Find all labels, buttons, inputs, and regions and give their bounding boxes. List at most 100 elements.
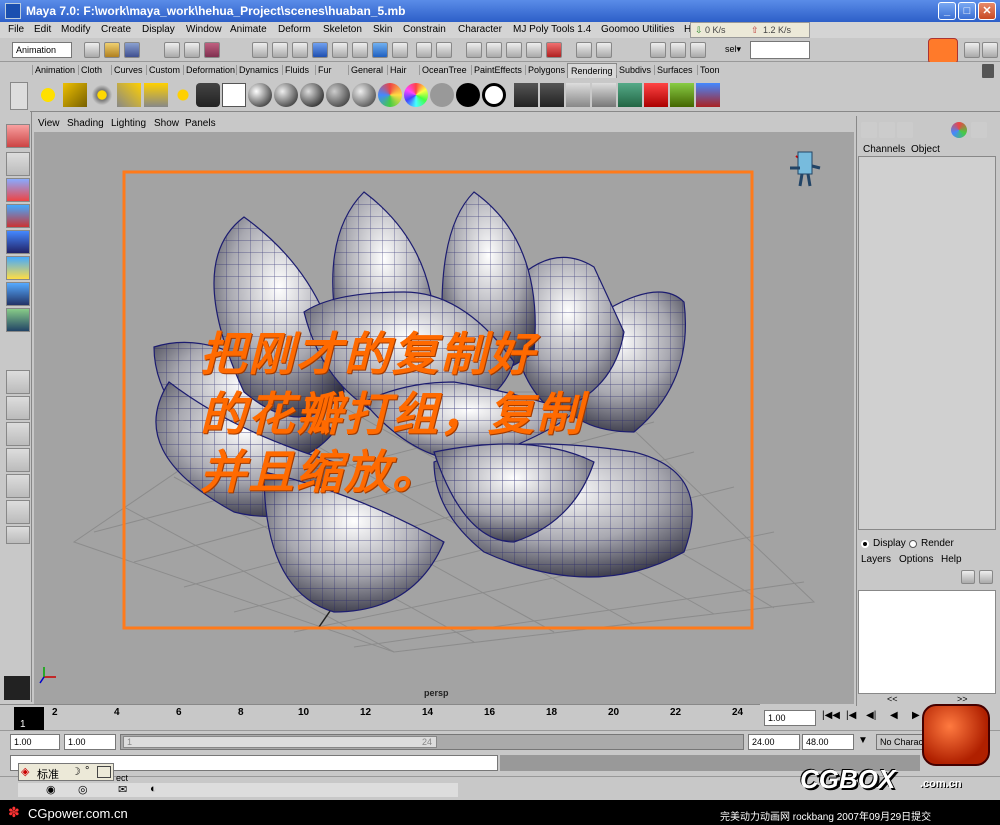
new-layer-icon[interactable] <box>961 570 975 584</box>
menu-display[interactable]: Display <box>142 24 175 35</box>
menu-skeleton[interactable]: Skeleton <box>323 24 362 35</box>
menu-edit[interactable]: Edit <box>34 24 51 35</box>
menu-create[interactable]: Create <box>101 24 131 35</box>
select-surfaces-icon[interactable] <box>312 42 328 58</box>
current-time-field[interactable]: 1.00 <box>764 710 816 726</box>
vp-menu-shading[interactable]: Shading <box>67 118 104 129</box>
taskbar-icon-1[interactable]: ◉ <box>46 783 56 796</box>
input-output-icon[interactable] <box>576 42 592 58</box>
new-scene-icon[interactable] <box>84 42 100 58</box>
trax-layout-icon[interactable] <box>6 500 30 524</box>
anisotropic-icon[interactable] <box>352 83 376 107</box>
dropdown-arrow-icon[interactable]: ▼ <box>858 735 868 746</box>
animation-start-field[interactable]: 1.00 <box>10 734 60 750</box>
shelf-tab-rendering[interactable]: Rendering <box>567 63 617 78</box>
attribute-editor-toggle-icon[interactable] <box>879 122 895 138</box>
play-backward-icon[interactable]: ◀ <box>890 710 898 721</box>
shelf-tab-general[interactable]: General <box>348 65 385 75</box>
channel-box-menu-icon[interactable] <box>971 122 987 138</box>
last-tool-icon[interactable] <box>6 308 30 332</box>
select-component-icon[interactable] <box>204 42 220 58</box>
make-live-icon[interactable] <box>546 42 562 58</box>
animation-end-field[interactable]: 48.00 <box>802 734 854 750</box>
step-back-key-icon[interactable]: |◀ <box>846 710 856 721</box>
select-object-icon[interactable] <box>184 42 200 58</box>
select-curves-icon[interactable] <box>292 42 308 58</box>
range-slider[interactable]: 1 24 <box>120 734 744 750</box>
perspective-viewport[interactable]: 把刚才的复制好 的花瓣打组，复制 并且缩放。 persp <box>34 132 854 704</box>
ipr-icon[interactable] <box>540 83 564 107</box>
select-joints-icon[interactable] <box>272 42 288 58</box>
channel-box-toggle-icon[interactable] <box>861 122 877 138</box>
phong-icon[interactable] <box>300 83 324 107</box>
layer-menu-layers[interactable]: Layers <box>861 554 891 565</box>
playback-start-field[interactable]: 1.00 <box>64 734 116 750</box>
highlight-selection-icon[interactable] <box>436 42 452 58</box>
single-pane-layout-icon[interactable] <box>6 370 30 394</box>
play-forward-icon[interactable]: ▶ <box>912 710 920 721</box>
render-settings-icon[interactable] <box>566 83 590 107</box>
lock-selection-icon[interactable] <box>416 42 432 58</box>
menu-modify[interactable]: Modify <box>61 24 90 35</box>
menu-window[interactable]: Window <box>186 24 222 35</box>
shelf-tab-curves[interactable]: Curves <box>111 65 145 75</box>
tool-settings-toggle-icon[interactable] <box>897 122 913 138</box>
display-radio[interactable] <box>861 540 869 548</box>
menu-mj-poly-tools[interactable]: MJ Poly Tools 1.4 <box>513 24 591 35</box>
shading-map-icon[interactable] <box>482 83 506 107</box>
ime-moon-icon[interactable]: ☽ <box>71 765 81 778</box>
persp-graph-layout-icon[interactable] <box>6 448 30 472</box>
shelf-tab-fluids[interactable]: Fluids <box>282 65 311 75</box>
new-layer-selected-icon[interactable] <box>979 570 993 584</box>
maximize-button[interactable]: □ <box>958 2 976 20</box>
hypershade-icon[interactable] <box>592 83 616 107</box>
select-handles-icon[interactable] <box>252 42 268 58</box>
snap-view-plane-icon[interactable] <box>526 42 542 58</box>
four-pane-layout-icon[interactable] <box>6 396 30 420</box>
ime-toolbar[interactable]: ◈ 标准 ☽ ° <box>18 763 114 781</box>
shelf-tab-toon[interactable]: Toon <box>697 65 722 75</box>
use-background-icon[interactable] <box>456 83 480 107</box>
layer-menu-options[interactable]: Options <box>899 554 933 565</box>
rotate-tool-icon[interactable] <box>6 230 30 254</box>
shelf-tab-subdivs[interactable]: Subdivs <box>616 65 653 75</box>
ambient-light-icon[interactable] <box>36 83 60 107</box>
save-scene-icon[interactable] <box>124 42 140 58</box>
move-tool-icon[interactable] <box>6 204 30 228</box>
render-radio[interactable] <box>909 540 917 548</box>
directional-light-icon[interactable] <box>63 83 87 107</box>
playback-end-field[interactable]: 24.00 <box>748 734 800 750</box>
taskbar-icon-2[interactable]: ◎ <box>78 783 88 796</box>
character-set-field[interactable]: No Charac <box>876 734 928 750</box>
spot-light-icon[interactable] <box>117 83 141 107</box>
channelbox-tab-channels[interactable]: Channels <box>863 144 905 155</box>
layer-menu-help[interactable]: Help <box>941 554 962 565</box>
minimize-button[interactable]: _ <box>938 2 956 20</box>
ramp-shader-icon[interactable] <box>404 83 428 107</box>
ime-punct-icon[interactable]: ° <box>85 765 89 777</box>
sel-dropdown[interactable]: sel▾ <box>722 42 746 58</box>
vp-menu-show[interactable]: Show <box>154 118 179 129</box>
ipr-render-icon[interactable] <box>670 42 686 58</box>
shelf-tab-painteffects[interactable]: PaintEffects <box>471 65 524 75</box>
delete-render-icon[interactable] <box>644 83 668 107</box>
render-icon[interactable] <box>514 83 538 107</box>
manipulator-tool-icon[interactable] <box>6 282 30 306</box>
layer-nav-prev[interactable]: << <box>887 694 898 704</box>
lasso-tool-icon[interactable] <box>6 152 30 176</box>
shelf-tab-oceantree[interactable]: OceanTree <box>419 65 469 75</box>
ime-keyboard-icon[interactable] <box>97 766 111 778</box>
shelf-tab-custom[interactable]: Custom <box>146 65 182 75</box>
layered-shader-icon[interactable] <box>378 83 402 107</box>
channel-box-color-icon[interactable] <box>951 122 967 138</box>
render-layer-icon[interactable] <box>222 83 246 107</box>
select-misc-icon[interactable] <box>392 42 408 58</box>
menu-file[interactable]: File <box>8 24 24 35</box>
lambert-icon[interactable] <box>248 83 272 107</box>
quick-select-input[interactable] <box>750 41 810 59</box>
close-button[interactable]: ✕ <box>978 2 996 20</box>
brush-icon[interactable] <box>696 83 720 107</box>
menu-goomoo-utilities[interactable]: Goomoo Utilities <box>601 24 674 35</box>
shelf-tab-cloth[interactable]: Cloth <box>78 65 104 75</box>
menu-character[interactable]: Character <box>458 24 502 35</box>
